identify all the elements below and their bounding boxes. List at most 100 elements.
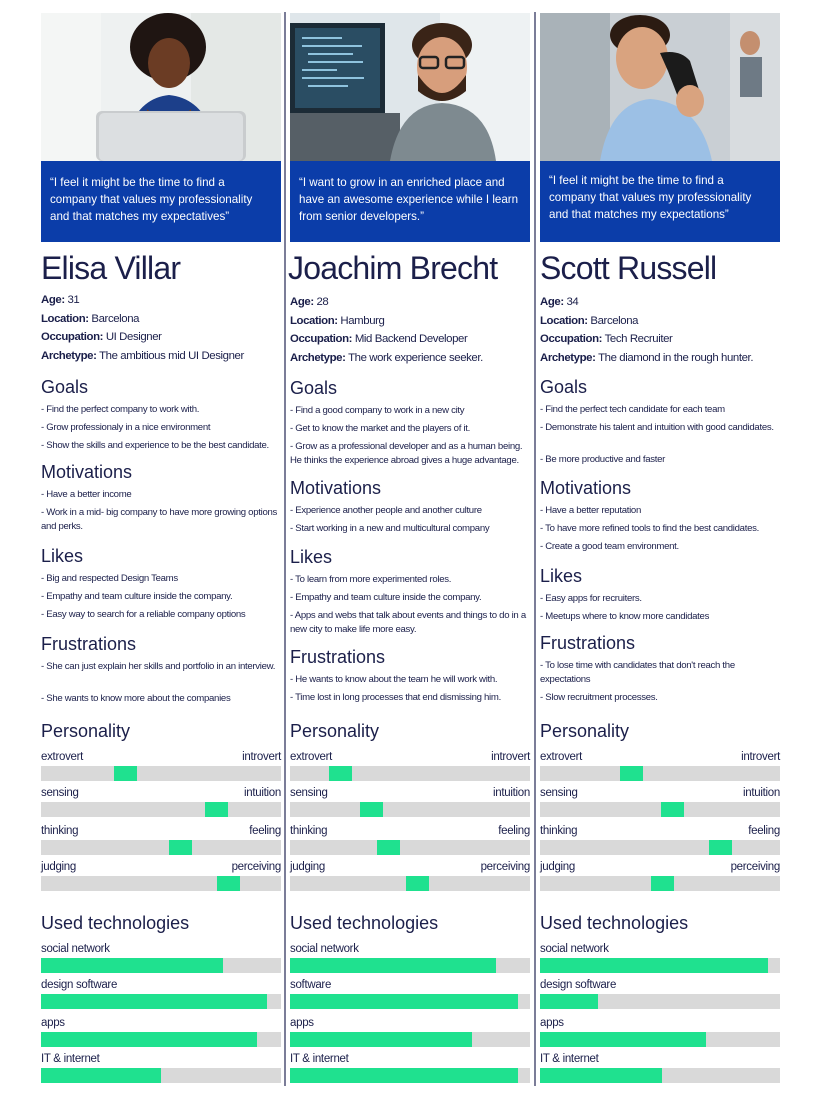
scale-marker [217,876,240,891]
woman-at-laptop-photo [41,13,281,161]
tech-label: software [290,979,332,991]
persona-card-1: “I feel it might be the time to find a c… [41,13,281,1086]
scale-right-label: introvert [242,751,281,763]
scale-left-label: thinking [290,825,328,837]
persona-info: Age: 31 Location: Barcelona Occupation: … [41,291,244,365]
scale-marker [377,840,400,855]
tech-bar-fill [540,1032,706,1047]
like-item: - Easy way to search for a reliable comp… [41,609,246,620]
tech-bar-design-software [540,994,780,1009]
personality-scale-extrovert-introvert [540,766,780,781]
personality-heading: Personality [540,721,630,741]
scale-right-label: introvert [741,751,780,763]
motivation-item: - Have a better reputation [540,505,641,516]
like-item: - Empathy and team culture inside the co… [41,591,233,602]
goal-item: - Get to know the market and the players… [290,423,471,434]
age-line: Age: 28 [290,296,329,308]
scale-left-label: judging [290,861,325,873]
tech-bar-it-internet [540,1068,780,1083]
tech-bar-fill [540,1068,662,1083]
scale-right-label: intuition [493,787,530,799]
tech-bar-fill [41,1068,161,1083]
location-line: Location: Barcelona [540,314,639,327]
scale-right-label: intuition [743,787,780,799]
personality-heading: Personality [290,721,380,741]
persona-card-3: “I feel it might be the time to find a c… [540,13,780,1086]
scale-right-label: introvert [491,751,530,763]
man-on-phone-photo [540,13,780,161]
frustration-item: - She wants to know more about the compa… [41,693,231,704]
motivations-heading: Motivations [41,462,133,482]
tech-bar-fill [540,958,768,973]
likes-heading: Likes [290,547,333,567]
goals-heading: Goals [41,377,89,397]
scale-right-label: feeling [748,825,780,837]
motivation-item: - Work in a mid- big company to have mor… [41,507,278,532]
personality-scale-extrovert-introvert [290,766,530,781]
persona-card-2: “I want to grow in an enriched place and… [288,13,530,1086]
archetype-line: Archetype: The work experience seeker. [290,351,483,364]
motivation-item: - Have a better income [41,489,132,500]
like-item: - Easy apps for recruiters. [540,593,642,604]
tech-bar-fill [290,1032,472,1047]
frustration-item: - Time lost in long processes that end d… [290,692,501,703]
archetype-line: Archetype: The ambitious mid UI Designer [41,349,244,362]
scale-left-label: extrovert [41,751,84,763]
scale-left-label: sensing [41,787,79,799]
goal-item: - Show the skills and experience to be t… [41,440,269,451]
age-line: Age: 34 [540,296,579,308]
personality-scale-sensing-intuition [290,802,530,817]
scale-left-label: judging [41,861,76,873]
scale-left-label: sensing [540,787,578,799]
personality-scale-judging-perceiving [290,876,530,891]
motivations-heading: Motivations [290,478,382,498]
occupation-line: Occupation: UI Designer [41,331,162,343]
tech-bar-social-network [540,958,780,973]
scale-marker [114,766,137,781]
scale-right-label: feeling [249,825,281,837]
like-item: - Big and respected Design Teams [41,573,178,584]
tech-label: IT & internet [540,1053,599,1065]
goals-heading: Goals [540,377,588,397]
tech-bar-fill [290,994,518,1009]
goal-item: - Find the perfect company to work with. [41,404,200,415]
persona-name: Scott Russell [540,250,717,286]
persona-name: Joachim Brecht [288,250,498,286]
like-item: - Apps and webs that talk about events a… [290,610,526,635]
scale-left-label: thinking [540,825,578,837]
archetype-line: Archetype: The diamond in the rough hunt… [540,351,754,364]
tech-label: social network [540,943,609,955]
goal-item: - Find a good company to work in a new c… [290,405,465,416]
scale-marker [651,876,674,891]
tech-label: IT & internet [41,1053,100,1065]
scale-left-label: thinking [41,825,79,837]
occupation-line: Occupation: Mid Backend Developer [290,333,468,345]
scale-marker [205,802,228,817]
like-item: - Meetups where to know more candidates [540,611,710,622]
column-divider-right [534,12,536,1086]
persona-name: Elisa Villar [41,250,181,286]
goal-item: - Find the perfect tech candidate for ea… [540,404,725,415]
persona-info: Age: 28 Location: Hamburg Occupation: Mi… [290,293,483,367]
tech-label: social network [290,943,359,955]
scale-right-label: feeling [498,825,530,837]
personality-scale-judging-perceiving [41,876,281,891]
tech-bar-fill [540,994,598,1009]
goal-item: - Demonstrate his talent and intuition w… [540,422,774,433]
tech-bar-social-network [290,958,530,973]
tech-bar-fill [41,994,267,1009]
tech-label: IT & internet [290,1053,349,1065]
like-item: - To learn from more experimented roles. [290,574,452,585]
tech-bar-fill [290,1068,518,1083]
tech-bar-software [290,994,530,1009]
tech-bar-apps [290,1032,530,1047]
tech-bar-fill [41,958,223,973]
man-with-glasses-at-computer-photo [290,13,530,161]
occupation-line: Occupation: Tech Recruiter [540,333,673,345]
frustrations-heading: Frustrations [540,633,636,653]
scale-marker [709,840,732,855]
location-line: Location: Barcelona [41,312,140,325]
frustration-item: - To lose time with candidates that don'… [540,660,735,685]
likes-heading: Likes [540,566,583,586]
motivation-item: - Create a good team environment. [540,541,679,552]
